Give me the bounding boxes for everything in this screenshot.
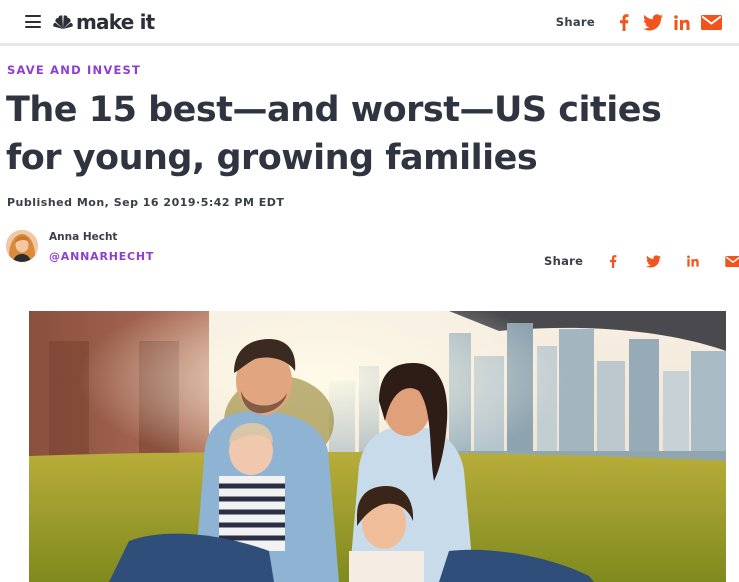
facebook-icon[interactable] (603, 251, 623, 271)
top-nav-bar: make it Share (0, 0, 739, 46)
article-share-bar: Share (544, 250, 739, 272)
header-share-bar: Share (556, 11, 722, 33)
article-share-label: Share (544, 254, 584, 268)
make-it-logo[interactable]: make it (53, 8, 155, 36)
section-eyebrow-link[interactable]: SAVE AND INVEST (7, 63, 141, 77)
author-name[interactable]: Anna Hecht (49, 231, 117, 243)
email-icon[interactable] (723, 251, 739, 271)
author-handle-link[interactable]: @ANNARHECHT (49, 250, 154, 263)
header-share-label: Share (555, 15, 595, 29)
twitter-icon[interactable] (642, 11, 664, 33)
twitter-icon[interactable] (643, 251, 663, 271)
linkedin-icon[interactable] (671, 11, 693, 33)
article-headline: The 15 best—and worst—US cities for youn… (6, 90, 662, 178)
email-icon[interactable] (700, 11, 722, 33)
linkedin-icon[interactable] (683, 251, 703, 271)
peacock-icon (53, 14, 73, 29)
hero-image[interactable] (29, 311, 726, 582)
author-avatar[interactable] (6, 230, 38, 262)
hamburger-menu-icon[interactable] (25, 15, 41, 28)
facebook-icon[interactable] (613, 11, 635, 33)
published-timestamp: Published Mon, Sep 16 2019·5:42 PM EDT (7, 196, 285, 209)
logo-text: make it (76, 10, 155, 34)
